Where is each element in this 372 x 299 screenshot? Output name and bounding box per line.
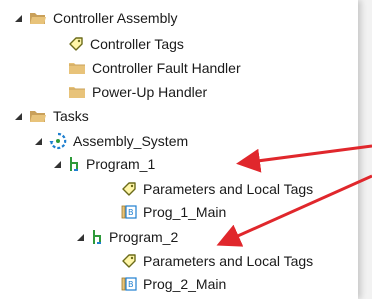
tree-node-program-1[interactable]: Program_1 — [52, 153, 155, 175]
tree-node-prog-1-main[interactable]: B Prog_1_Main — [121, 201, 226, 223]
tree-node-fault-handler[interactable]: Controller Fault Handler — [68, 57, 241, 79]
tree-node-controller-tags[interactable]: Controller Tags — [68, 33, 184, 55]
tree-node-assembly-system[interactable]: Assembly_System — [33, 130, 188, 152]
routine-icon: B — [121, 205, 137, 219]
folder-icon — [68, 85, 86, 99]
tag-icon — [68, 37, 84, 51]
tree-node-label: Prog_1_Main — [143, 204, 227, 220]
tree-node-program-1-parameters[interactable]: Parameters and Local Tags — [121, 178, 313, 200]
routine-icon: B — [121, 277, 137, 291]
tree-node-label: Parameters and Local Tags — [143, 253, 314, 269]
svg-text:B: B — [128, 208, 134, 217]
collapse-arrow-icon[interactable] — [52, 159, 63, 170]
continuous-task-icon — [49, 132, 67, 150]
tree-node-label: Program_2 — [109, 229, 179, 245]
collapse-arrow-icon[interactable] — [13, 111, 24, 122]
collapse-arrow-icon[interactable] — [75, 232, 86, 243]
collapse-arrow-icon[interactable] — [13, 13, 24, 24]
tree-node-prog-2-main[interactable]: B Prog_2_Main — [121, 273, 226, 295]
program-icon — [91, 229, 103, 245]
tree-node-label: Controller Assembly — [53, 10, 178, 26]
folder-open-icon — [29, 11, 47, 25]
tree-node-label: Assembly_System — [73, 133, 189, 149]
tree-node-controller-assembly[interactable]: Controller Assembly — [13, 7, 178, 29]
tree-node-label: Program_1 — [86, 156, 156, 172]
svg-text:B: B — [128, 280, 134, 289]
tree-node-label: Prog_2_Main — [143, 276, 227, 292]
tree-node-label: Tasks — [53, 108, 89, 124]
tree-node-tasks[interactable]: Tasks — [13, 105, 89, 127]
program-icon — [68, 156, 80, 172]
controller-organizer-panel: Controller Assembly Controller Tags Cont… — [0, 0, 358, 299]
tag-icon — [121, 182, 137, 196]
collapse-arrow-icon[interactable] — [33, 136, 44, 147]
folder-icon — [68, 61, 86, 75]
tree-node-label: Parameters and Local Tags — [143, 181, 314, 197]
tree-node-label: Controller Fault Handler — [92, 60, 241, 76]
tree-node-program-2-parameters[interactable]: Parameters and Local Tags — [121, 250, 313, 272]
folder-open-icon — [29, 109, 47, 123]
tree-node-label: Controller Tags — [90, 36, 184, 52]
tree-node-label: Power-Up Handler — [92, 84, 208, 100]
tag-icon — [121, 254, 137, 268]
tree-node-program-2[interactable]: Program_2 — [75, 226, 178, 248]
tree-node-powerup-handler[interactable]: Power-Up Handler — [68, 81, 207, 103]
